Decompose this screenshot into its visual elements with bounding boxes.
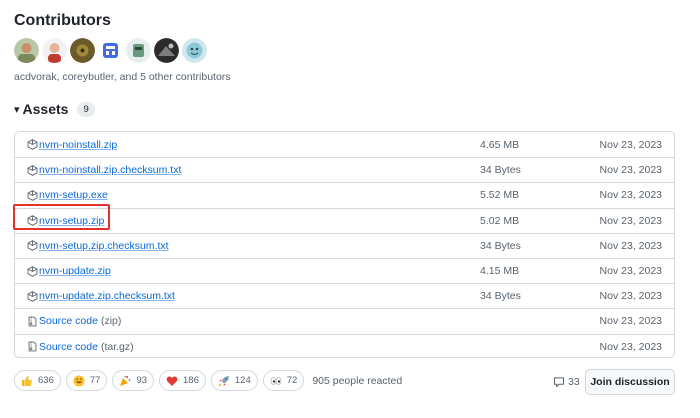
package-icon: [27, 139, 38, 150]
file-zip-icon: [27, 341, 38, 352]
file-zip-icon: [27, 316, 38, 327]
rocket-icon: [218, 375, 230, 387]
eyes-icon: [270, 375, 282, 387]
assets-title: Assets: [22, 101, 69, 117]
source-code-targz-link[interactable]: Source code (tar.gz): [27, 341, 134, 353]
package-icon: [27, 215, 38, 226]
asset-size: 4.65 MB: [480, 138, 520, 151]
reaction-eyes[interactable]: 72: [262, 370, 305, 391]
list-item: Source code (tar.gz) Nov 23, 2023: [15, 333, 674, 358]
asset-link[interactable]: nvm-setup.exe: [27, 189, 108, 201]
comment-count: 33: [568, 376, 580, 388]
asset-name: Source code: [39, 315, 98, 328]
list-item: nvm-setup.zip.checksum.txt 34 Bytes Nov …: [15, 232, 674, 258]
asset-date: Nov 23, 2023: [599, 315, 662, 328]
asset-name: nvm-setup.zip: [39, 214, 105, 227]
asset-size: 34 Bytes: [480, 164, 521, 177]
asset-name: Source code: [39, 340, 98, 353]
asset-name: nvm-setup.exe: [39, 189, 108, 202]
asset-date: Nov 23, 2023: [599, 214, 662, 227]
asset-link[interactable]: nvm-setup.zip.checksum.txt: [27, 240, 169, 252]
asset-link[interactable]: nvm-setup.zip: [27, 215, 104, 227]
avatar[interactable]: [42, 38, 67, 63]
list-item: nvm-setup.exe 5.52 MB Nov 23, 2023: [15, 182, 674, 207]
assets-toggle[interactable]: ▾ Assets 9: [14, 101, 95, 117]
package-icon: [27, 240, 38, 252]
list-item: nvm-update.zip.checksum.txt 34 Bytes Nov…: [15, 283, 674, 308]
reaction-count: 186: [183, 375, 199, 386]
reaction-thumbs-up[interactable]: 636: [14, 370, 61, 391]
reaction-heart[interactable]: 186: [159, 370, 206, 391]
package-icon: [27, 265, 38, 277]
list-item: nvm-setup.zip 5.02 MB Nov 23, 2023: [15, 207, 674, 233]
avatar[interactable]: [14, 38, 39, 63]
heart-icon: [166, 375, 178, 387]
asset-date: Nov 23, 2023: [599, 189, 662, 202]
reactions-bar: 636 77 93 186 124 72 905 people reacted: [14, 370, 402, 391]
asset-link[interactable]: nvm-noinstall.zip.checksum.txt: [27, 164, 181, 176]
package-icon: [27, 190, 38, 201]
asset-format: (tar.gz): [100, 340, 134, 353]
asset-size: 34 Bytes: [480, 239, 521, 252]
list-item: nvm-noinstall.zip 4.65 MB Nov 23, 2023: [15, 132, 674, 157]
source-code-zip-link[interactable]: Source code (zip): [27, 315, 121, 327]
join-discussion-button[interactable]: Join discussion: [585, 369, 675, 395]
list-item: Source code (zip) Nov 23, 2023: [15, 308, 674, 333]
reaction-count: 636: [38, 375, 54, 386]
asset-date: Nov 23, 2023: [599, 265, 662, 278]
asset-size: 34 Bytes: [480, 290, 521, 303]
asset-date: Nov 23, 2023: [599, 340, 662, 353]
asset-name: nvm-noinstall.zip: [39, 138, 118, 151]
asset-date: Nov 23, 2023: [599, 164, 662, 177]
reactions-summary: 905 people reacted: [312, 374, 403, 387]
avatar[interactable]: [70, 38, 95, 63]
reaction-count: 77: [89, 375, 101, 386]
asset-link[interactable]: nvm-noinstall.zip: [27, 139, 117, 151]
contributor-avatars: [14, 38, 207, 63]
avatar[interactable]: [126, 38, 151, 63]
asset-date: Nov 23, 2023: [599, 290, 662, 303]
assets-list: nvm-noinstall.zip 4.65 MB Nov 23, 2023 n…: [14, 131, 675, 358]
asset-name: nvm-update.zip: [39, 265, 111, 278]
assets-count-badge: 9: [77, 101, 95, 117]
asset-name: nvm-update.zip.checksum.txt: [39, 290, 175, 303]
reaction-hooray[interactable]: 93: [112, 370, 155, 391]
contributors-summary: acdvorak, coreybutler, and 5 other contr…: [14, 71, 231, 83]
comments-count[interactable]: 33: [553, 376, 580, 388]
laugh-icon: [73, 375, 85, 387]
package-icon: [27, 165, 38, 176]
list-item: nvm-noinstall.zip.checksum.txt 34 Bytes …: [15, 157, 674, 182]
list-item: nvm-update.zip 4.15 MB Nov 23, 2023: [15, 257, 674, 283]
asset-format: (zip): [100, 315, 122, 328]
reaction-count: 124: [234, 375, 251, 386]
asset-size: 5.02 MB: [480, 214, 520, 227]
package-icon: [27, 290, 38, 302]
avatar[interactable]: [98, 38, 123, 63]
reaction-rocket[interactable]: 124: [210, 370, 258, 391]
asset-date: Nov 23, 2023: [599, 239, 662, 252]
contributors-title: Contributors: [14, 12, 111, 29]
avatar[interactable]: [154, 38, 179, 63]
asset-size: 4.15 MB: [480, 265, 520, 278]
reaction-laugh[interactable]: 77: [65, 370, 108, 391]
comment-icon: [553, 377, 565, 388]
thumbs-up-icon: [21, 375, 33, 387]
asset-link[interactable]: nvm-update.zip.checksum.txt: [27, 290, 175, 302]
reaction-count: 93: [136, 375, 148, 386]
asset-link[interactable]: nvm-update.zip: [27, 265, 111, 277]
asset-size: 5.52 MB: [480, 189, 520, 202]
reaction-count: 72: [286, 375, 298, 386]
asset-name: nvm-noinstall.zip.checksum.txt: [39, 164, 182, 177]
caret-down-icon: ▾: [14, 103, 20, 116]
asset-date: Nov 23, 2023: [599, 138, 662, 151]
avatar[interactable]: [182, 38, 207, 63]
asset-name: nvm-setup.zip.checksum.txt: [39, 239, 169, 252]
hooray-icon: [119, 375, 131, 387]
